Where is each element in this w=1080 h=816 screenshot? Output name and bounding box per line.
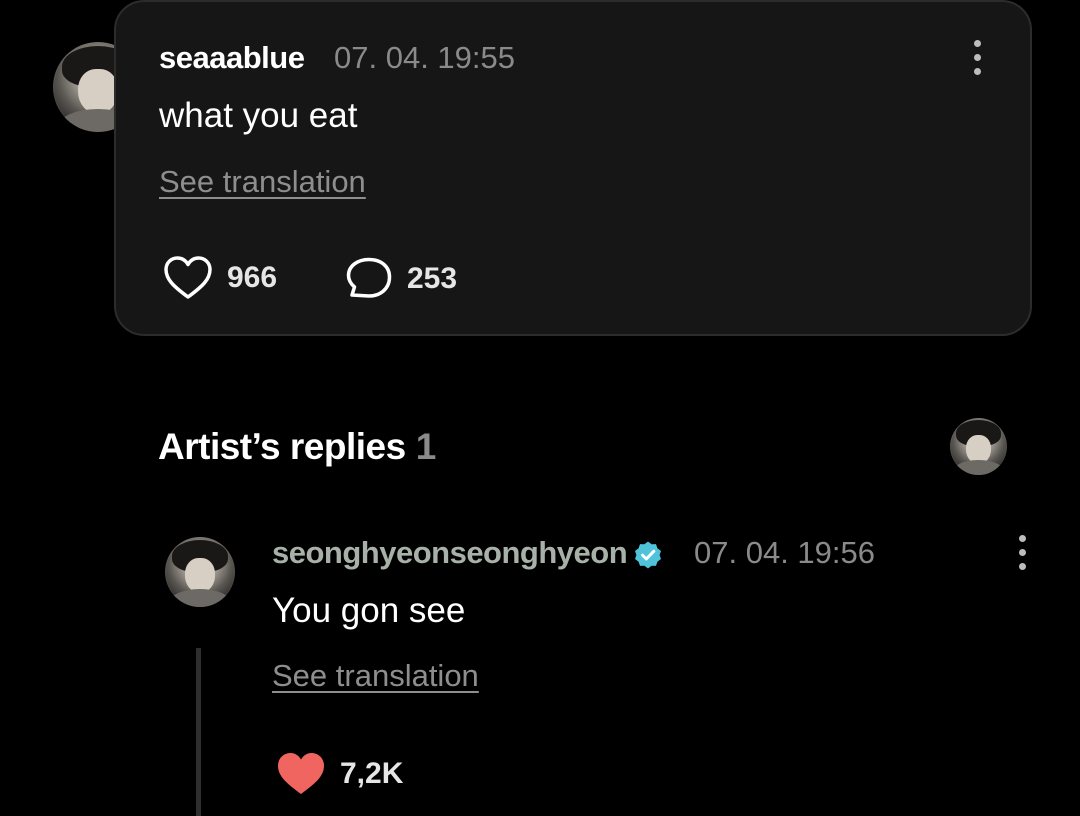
reply-username: seonghyeonseonghyeon — [272, 535, 628, 570]
comment-more-icon[interactable] — [968, 38, 988, 78]
heart-outline-icon — [164, 256, 212, 299]
reply-more-icon[interactable] — [1013, 533, 1033, 573]
comment-like-button[interactable]: 966 — [163, 255, 277, 301]
reply-timestamp: 07. 04. 19:56 — [694, 535, 875, 570]
comment-see-translation-link[interactable]: See translation — [159, 164, 366, 200]
artist-replies-count: 1 — [415, 426, 437, 467]
verified-badge-icon — [635, 541, 662, 569]
comment-reply-count: 253 — [407, 262, 458, 295]
artist-replies-heading: Artist’s replies 1 — [158, 426, 436, 468]
reply-username-row[interactable]: seonghyeonseonghyeon — [272, 535, 663, 571]
artist-replies-title: Artist’s replies — [158, 426, 406, 467]
reply-avatar[interactable] — [165, 537, 235, 607]
comment-text: what you eat — [159, 96, 358, 135]
heart-filled-icon — [278, 753, 324, 794]
speech-bubble-icon — [346, 257, 392, 298]
reply-like-button[interactable]: 7,2K — [276, 751, 403, 797]
comment-reply-button[interactable]: 253 — [345, 256, 457, 302]
comment-username[interactable]: seaaablue — [159, 40, 305, 76]
comment-card: seaaablue 07. 04. 19:55 what you eat See… — [114, 0, 1032, 336]
artist-avatar-small[interactable] — [950, 418, 1007, 475]
reply-see-translation-link[interactable]: See translation — [272, 658, 479, 694]
reply-text: You gon see — [272, 591, 466, 630]
comment-timestamp: 07. 04. 19:55 — [334, 40, 515, 75]
comment-like-count: 966 — [227, 261, 278, 294]
reply-thread-line — [196, 648, 201, 816]
reply-like-count: 7,2K — [340, 757, 404, 790]
